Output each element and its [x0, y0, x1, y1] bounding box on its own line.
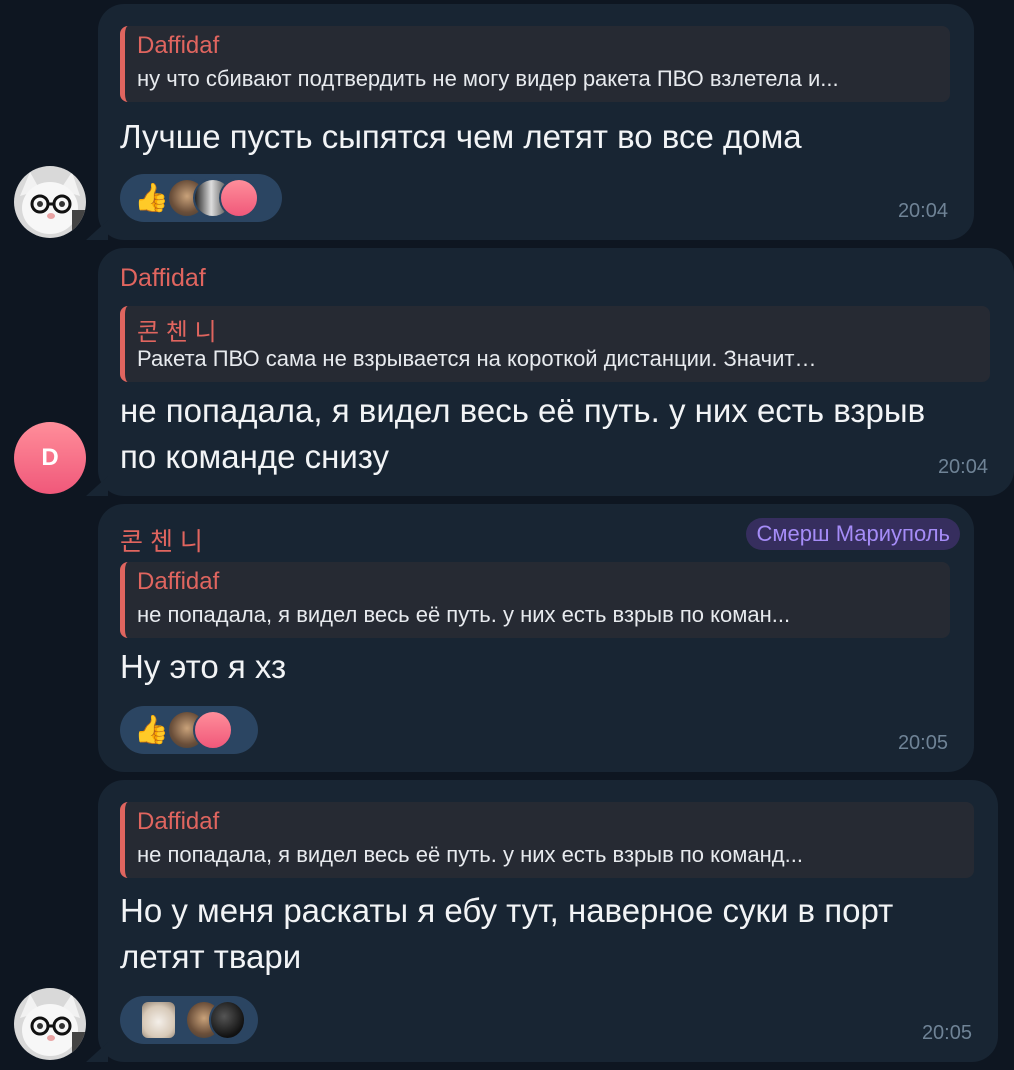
reply-quote[interactable]: 콘 첸 니 Ракета ПВО сама не взрывается на к… [120, 306, 990, 382]
user-avatar-cat-icon[interactable] [14, 988, 86, 1060]
reactor-avatar-kitten-icon [140, 1000, 178, 1040]
reply-sender-name: 콘 첸 니 [137, 319, 217, 346]
message-text-line: Но у меня раскаты я ебу тут, наверное су… [120, 892, 894, 929]
reactor-avatar-dark-icon [208, 1000, 246, 1040]
message-bubble[interactable]: Daffidaf не попадала, я видел весь её пу… [98, 780, 998, 1062]
reactions-pill[interactable]: 👍 [120, 706, 258, 754]
user-avatar[interactable]: D [14, 422, 86, 494]
message-text: Лучше пусть сыпятся чем летят во все дом… [120, 118, 802, 155]
reply-quote[interactable]: Daffidaf не попадала, я видел весь её пу… [120, 802, 974, 878]
message-text-line: не попадала, я видел весь её путь. у них… [120, 392, 926, 429]
reply-quote[interactable]: Daffidaf не попадала, я видел весь её пу… [120, 562, 950, 638]
message-text-line: летят твари [120, 938, 302, 975]
message-bubble[interactable]: Daffidaf ну что сбивают подтвердить не м… [98, 4, 974, 240]
reply-text: Ракета ПВО сама не взрывается на коротко… [137, 346, 817, 371]
sender-name[interactable]: Daffidaf [120, 264, 206, 293]
message-text-line: по команде снизу [120, 438, 390, 475]
sender-name[interactable]: 콘 첸 니 [120, 522, 203, 558]
reactor-avatar-d-icon [192, 710, 233, 750]
message-time: 20:04 [937, 456, 988, 478]
thumbs-up-reaction: 👍 [134, 714, 169, 745]
reply-text: не попадала, я видел весь её путь. у них… [137, 842, 803, 867]
reply-text: ну что сбивают подтвердить не могу видер… [137, 66, 839, 91]
message-bubble[interactable]: 콘 첸 니 Смерш Мариуполь Daffidaf не попада… [98, 504, 974, 772]
message-time: 20:05 [897, 732, 948, 754]
reply-sender-name: Daffidaf [137, 808, 220, 835]
reply-sender-name: Daffidaf [137, 568, 220, 595]
reactions-pill[interactable] [120, 996, 258, 1044]
reply-text: не попадала, я видел весь её путь. у них… [137, 602, 791, 627]
message-time: 20:05 [921, 1022, 972, 1044]
reactor-avatar-d-icon [218, 178, 259, 218]
admin-title-badge: Смерш Мариуполь [746, 518, 960, 550]
reply-quote[interactable]: Daffidaf ну что сбивают подтвердить не м… [120, 26, 950, 102]
user-avatar-cat-icon[interactable] [14, 166, 86, 238]
reply-sender-name: Daffidaf [137, 32, 220, 59]
message-time: 20:04 [897, 200, 948, 222]
message-text: Ну это я хз [120, 648, 287, 685]
message-bubble[interactable]: Daffidaf 콘 첸 니 Ракета ПВО сама не взрыва… [98, 248, 1014, 496]
reactions-pill[interactable]: 👍 [120, 174, 282, 222]
thumbs-up-reaction: 👍 [134, 182, 169, 213]
